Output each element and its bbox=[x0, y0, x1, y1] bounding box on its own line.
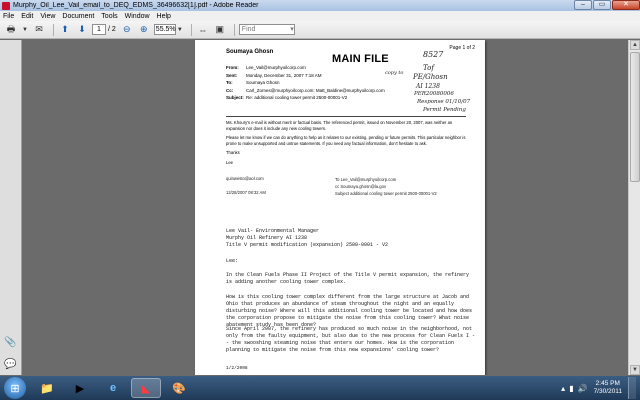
typed-paragraph: Since April 2007, the refinery has produ… bbox=[226, 326, 476, 353]
handwritten-copy-label: copy to bbox=[385, 70, 404, 76]
header-value: Monday, December 31, 2007 7:18 AM bbox=[246, 72, 322, 78]
header-value: Soumaya Ghosn bbox=[246, 80, 280, 85]
typed-paragraph: In the Clean Fuels Phase II Project of t… bbox=[226, 272, 470, 285]
menu-tools[interactable]: Tools bbox=[101, 13, 117, 20]
zoom-input[interactable]: 55.5% bbox=[153, 24, 176, 35]
vertical-scrollbar[interactable]: ▲ ▼ bbox=[628, 40, 640, 375]
paint-icon[interactable]: 🎨 bbox=[164, 378, 194, 398]
typed-title: Title V permit modification (expansion) … bbox=[226, 242, 389, 248]
fit-page-icon[interactable]: ▣ bbox=[213, 23, 227, 37]
menu-document[interactable]: Document bbox=[62, 13, 94, 20]
scroll-up-icon[interactable]: ▲ bbox=[630, 40, 640, 50]
menu-edit[interactable]: Edit bbox=[21, 13, 33, 20]
handwritten-line6: Permit Pending bbox=[423, 107, 466, 113]
header-key: Sent: bbox=[226, 72, 238, 78]
find-input[interactable]: Find ▾ bbox=[238, 24, 295, 35]
window-title: Murphy_Oil_Lee_Vail_email_to_DEQ_EDMS_36… bbox=[13, 2, 259, 9]
menu-help[interactable]: Help bbox=[157, 13, 171, 20]
scroll-thumb[interactable] bbox=[630, 52, 640, 182]
internet-explorer-icon[interactable]: e bbox=[98, 378, 128, 398]
forward-to: To Lee_Vail@murphyoilcorp.com bbox=[335, 177, 397, 182]
system-tray: ▴ ▮ 🔊 2:45 PM 7/30/2011 bbox=[561, 376, 636, 400]
header-key: To: bbox=[226, 80, 233, 85]
header-value: Lee_Vail@murphyoilcorp.com bbox=[246, 65, 306, 70]
comments-icon[interactable]: 💬 bbox=[4, 358, 17, 371]
show-desktop-button[interactable] bbox=[628, 377, 636, 399]
close-button[interactable]: ✕ bbox=[612, 0, 640, 10]
navigation-panel: 📎 💬 bbox=[0, 40, 22, 375]
clock-date: 7/30/2011 bbox=[593, 388, 622, 395]
page-number-input[interactable]: 1 bbox=[92, 24, 106, 35]
forward-cc: cc Soumaya.ghosn@la.gov bbox=[335, 184, 387, 189]
zoom-dropdown-icon[interactable]: ▼ bbox=[176, 23, 184, 37]
typed-recipient: Lee Vail- Environmental Manager bbox=[226, 228, 320, 234]
clock[interactable]: 2:45 PM 7/30/2011 bbox=[594, 380, 622, 396]
tray-expand-icon[interactable]: ▴ bbox=[561, 384, 565, 393]
attachment-paperclip-icon[interactable]: 📎 bbox=[4, 336, 17, 349]
handwritten-line5: Response 01/10/07 bbox=[417, 99, 471, 105]
pdf-page: Page 1 of 2 Soumaya Ghosn MAIN FILE 8527… bbox=[195, 40, 485, 375]
handwritten-line2: PE/Ghosn bbox=[413, 73, 448, 81]
handwritten-line4: PER20080006 bbox=[414, 91, 454, 97]
header-divider bbox=[226, 116, 466, 117]
header-key: Subject: bbox=[226, 95, 244, 100]
zoom-in-icon[interactable]: ⊕ bbox=[137, 23, 151, 37]
handwritten-line3: AI 1238 bbox=[416, 83, 440, 90]
menu-bar: File Edit View Document Tools Window Hel… bbox=[0, 11, 640, 21]
forward-date: 12/28/2007 08:32 AM bbox=[226, 190, 266, 195]
taskbar: ⊞ 📁 ▶ e ◣ 🎨 ▴ ▮ 🔊 2:45 PM 7/30/2011 bbox=[0, 376, 640, 400]
zoom-out-icon[interactable]: ⊖ bbox=[120, 23, 134, 37]
print-icon[interactable]: 🖶 bbox=[4, 23, 18, 37]
typed-paragraph: How is this cooling tower complex differ… bbox=[226, 294, 473, 328]
scroll-down-icon[interactable]: ▼ bbox=[630, 365, 640, 375]
email-header: From: Lee_Vail@murphyoilcorp.com Sent: Mon… bbox=[226, 64, 385, 102]
volume-icon[interactable]: 🔊 bbox=[578, 384, 588, 393]
email-body: Ms. Khoury's e-mail is without merit or … bbox=[226, 120, 466, 165]
typed-company: Murphy Oil Refinery AI 1238 bbox=[226, 235, 308, 241]
maximize-button[interactable]: ▭ bbox=[593, 0, 611, 10]
document-viewport[interactable]: Page 1 of 2 Soumaya Ghosn MAIN FILE 8527… bbox=[23, 40, 628, 375]
forward-sender-email: quinwesto@aol.com bbox=[226, 176, 264, 181]
adobe-reader-icon bbox=[2, 1, 10, 10]
handwritten-copy-to: Tof bbox=[423, 64, 434, 72]
page-label: Page 1 of 2 bbox=[449, 45, 475, 51]
email-icon[interactable]: ✉ bbox=[32, 23, 46, 37]
body-thanks: Thanks bbox=[226, 150, 240, 155]
body-paragraph: Please let me know if we can do anything… bbox=[226, 135, 466, 146]
explorer-folder-icon[interactable]: 📁 bbox=[32, 378, 62, 398]
menu-view[interactable]: View bbox=[40, 13, 55, 20]
find-placeholder: Find bbox=[241, 26, 256, 33]
forward-subject: Subject additional cooling tower permit … bbox=[335, 191, 437, 196]
start-button[interactable]: ⊞ bbox=[4, 377, 26, 399]
toolbar-separator bbox=[53, 23, 54, 36]
toolbar-separator bbox=[233, 23, 235, 36]
adobe-reader-task-icon[interactable]: ◣ bbox=[131, 378, 161, 398]
minimize-button[interactable]: – bbox=[574, 0, 592, 10]
page-up-icon[interactable]: ⬆ bbox=[58, 23, 72, 37]
sender-name: Soumaya Ghosn bbox=[226, 49, 274, 55]
typed-footer-date: 1/2/2008 bbox=[226, 366, 248, 371]
chevron-down-icon[interactable]: ▼ bbox=[21, 23, 29, 37]
toolbar-separator bbox=[190, 23, 192, 36]
header-value: Carl_Zornes@murphyoilcorp.com; Matt_Bald… bbox=[246, 87, 385, 93]
fit-width-icon[interactable]: ⇔ bbox=[196, 23, 210, 37]
title-bar: Murphy_Oil_Lee_Vail_email_to_DEQ_EDMS_36… bbox=[0, 0, 640, 11]
handwritten-number: 8527 bbox=[423, 50, 444, 59]
network-icon[interactable]: ▮ bbox=[569, 384, 573, 393]
menu-window[interactable]: Window bbox=[125, 13, 150, 20]
header-value: Re: additional cooling tower permit 2500… bbox=[246, 95, 348, 100]
header-key: Cc: bbox=[226, 87, 234, 93]
toolbar: 🖶 ▼ ✉ ⬆ ⬇ 1 / 2 ⊖ ⊕ 55.5% ▼ ⇔ ▣ Find ▾ bbox=[0, 21, 640, 39]
find-dropdown-icon[interactable]: ▾ bbox=[290, 25, 294, 34]
body-signoff: Lee bbox=[226, 159, 233, 165]
media-player-icon[interactable]: ▶ bbox=[65, 378, 95, 398]
header-key: From: bbox=[226, 65, 239, 70]
menu-file[interactable]: File bbox=[3, 13, 14, 20]
page-count: / 2 bbox=[108, 26, 116, 33]
page-down-icon[interactable]: ⬇ bbox=[75, 23, 89, 37]
typed-greeting: Lee: bbox=[226, 258, 239, 264]
body-paragraph: Ms. Khoury's e-mail is without merit or … bbox=[226, 120, 453, 131]
clock-time: 2:45 PM bbox=[595, 380, 620, 387]
